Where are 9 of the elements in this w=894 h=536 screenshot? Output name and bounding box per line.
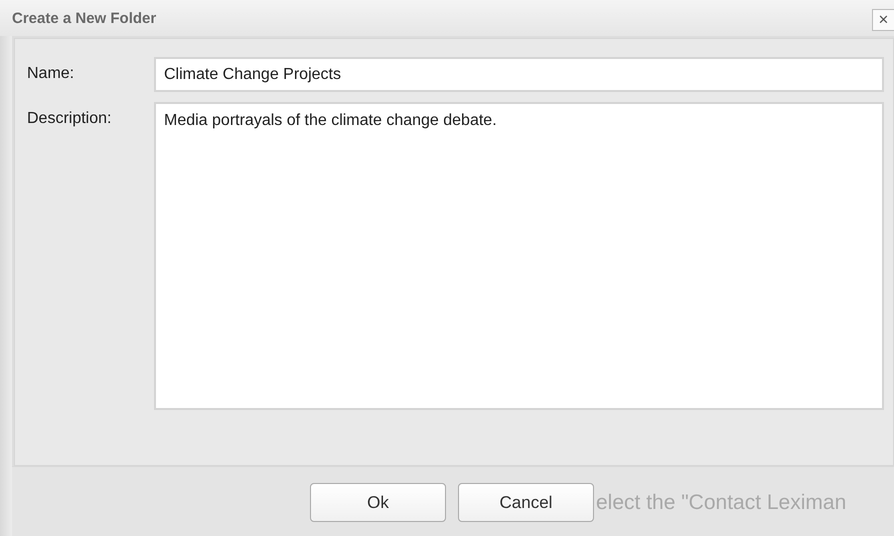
close-button[interactable]: × [872, 9, 894, 31]
description-field[interactable]: Media portrayals of the climate change debate. [154, 102, 884, 410]
dialog-title: Create a New Folder [12, 10, 156, 26]
name-field[interactable]: Climate Change Projects [154, 57, 884, 92]
background-text: elect the "Contact Leximan [596, 490, 846, 514]
field-label: Name: [27, 64, 76, 83]
field-label: Description: [27, 109, 112, 128]
ok-button[interactable]: Ok [310, 483, 446, 522]
cancel-button[interactable]: Cancel [458, 483, 594, 522]
